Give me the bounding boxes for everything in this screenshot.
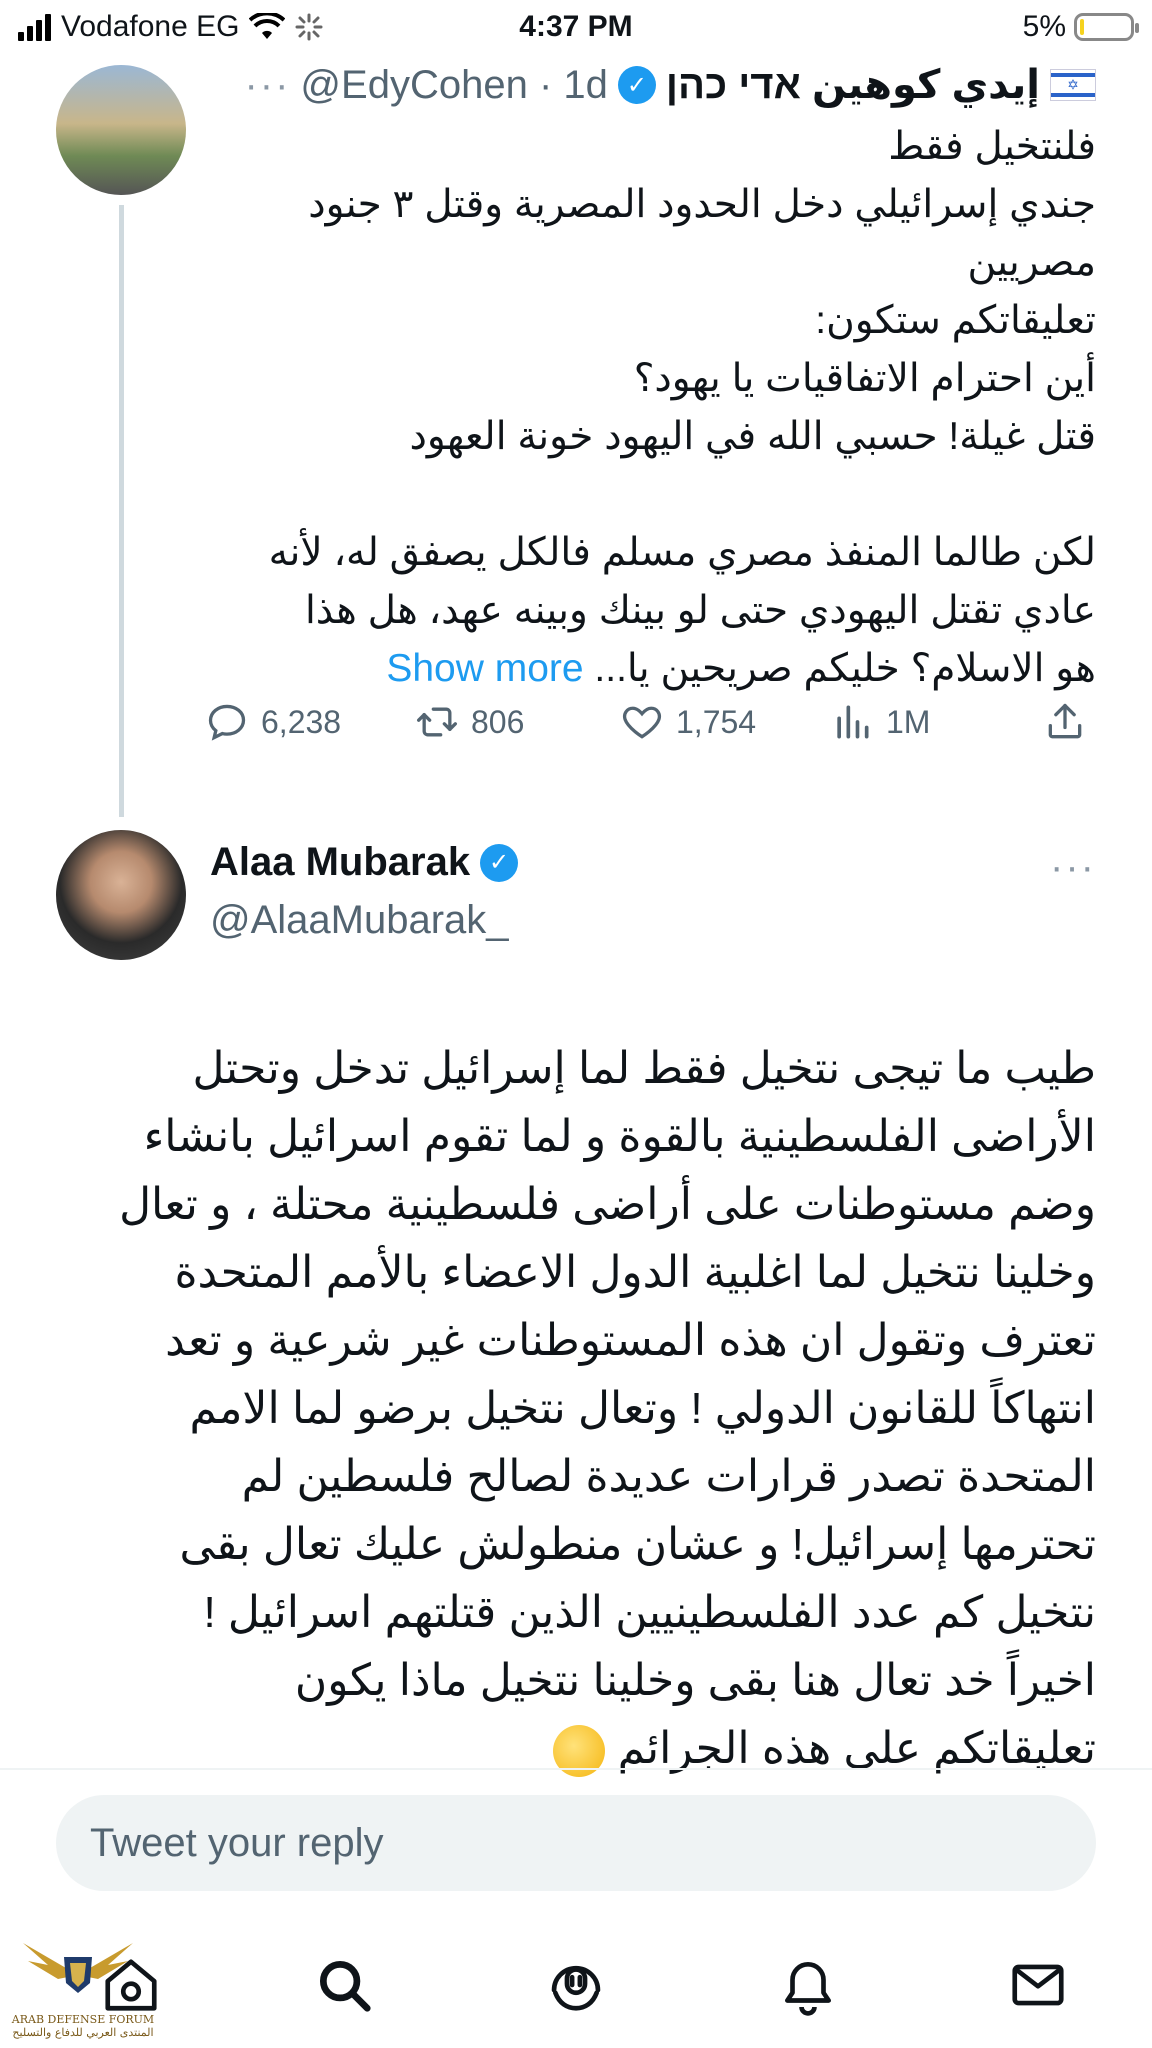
- author-handle[interactable]: @EdyCohen · 1d: [300, 63, 607, 108]
- tweet-line: فلنتخيل فقط: [888, 125, 1096, 168]
- author-handle[interactable]: @AlaaMubarak_: [210, 898, 509, 943]
- tweet-line: عادي تقتل اليهودي حتى لو بينك وبينه عهد،…: [304, 589, 1096, 632]
- retweet-button[interactable]: 806: [415, 700, 524, 744]
- verified-icon: ✓: [480, 843, 519, 882]
- notifications-icon: [785, 1962, 831, 2016]
- verified-icon: ✓: [617, 66, 656, 104]
- tab-search[interactable]: [309, 1950, 379, 2020]
- watermark-text: ARAB DEFENSE FORUM المنتدى العربي للدفاع…: [8, 2013, 158, 2039]
- views-button[interactable]: 1M: [830, 700, 930, 744]
- tweet-line: تعليقاتكم ستكون:: [815, 299, 1096, 342]
- reply-icon: [208, 704, 246, 741]
- handle-text: @EdyCohen: [300, 62, 528, 107]
- more-icon[interactable]: ···: [1050, 845, 1096, 890]
- author-name-row[interactable]: Alaa Mubarak ✓: [210, 840, 519, 885]
- tab-bar: [0, 1930, 1152, 2048]
- watermark-line2: المنتدى العربي للدفاع والتسليح: [12, 2026, 154, 2039]
- tweet-line: أين احترام الاتفاقيات يا يهود؟: [633, 357, 1096, 400]
- tweet-line: الأراضى الفلسطينية بالقوة و لما تقوم اسر…: [143, 1112, 1096, 1161]
- tweet-line: المتحدة تصدر قرارات عديدة لصالح فلسطين ل…: [241, 1452, 1096, 1501]
- tweet-line: انتهاكاً للقانون الدولي ! وتعال نتخيل بر…: [189, 1384, 1096, 1433]
- battery-icon: [1074, 13, 1139, 41]
- tweet-line: اخيراً خد تعال هنا بقى وخلينا نتخيل ماذا…: [294, 1656, 1096, 1705]
- views-icon: [837, 705, 869, 739]
- status-bar: Vodafone EG 4:37 PM 5%: [0, 0, 1152, 60]
- search-icon: [319, 1960, 371, 2012]
- author-name[interactable]: إيدي كوهين אדי כהן: [666, 62, 1040, 108]
- reply-count: 6,238: [261, 703, 342, 740]
- show-more-link[interactable]: Show more: [386, 647, 583, 690]
- tweet-line: قتل غيلة! حسبي الله في اليهود خونة العهو…: [409, 415, 1097, 458]
- like-icon: [623, 706, 661, 739]
- messages-icon: [1012, 1964, 1064, 2006]
- clock: 4:37 PM: [519, 10, 633, 43]
- retweet-icon: [417, 707, 457, 737]
- like-count: 1,754: [676, 703, 757, 740]
- tweet-time: · 1d: [538, 62, 608, 107]
- battery-percent: 5%: [1022, 10, 1066, 43]
- tweet-header: ✡ إيدي كوهين אדי כהן ✓ @EdyCohen · 1d ··…: [244, 62, 1096, 108]
- tab-spaces[interactable]: [541, 1950, 611, 2020]
- share-button[interactable]: [1043, 700, 1087, 744]
- avatar[interactable]: [56, 65, 186, 195]
- author-name: Alaa Mubarak: [210, 840, 471, 884]
- tweet-line: لكن طالما المنفذ مصري مسلم فالكل يصفق له…: [268, 531, 1096, 574]
- tweet-line: جندي إسرائيلي دخل الحدود المصرية وقتل ٣ …: [308, 183, 1096, 226]
- reply-input[interactable]: [56, 1795, 1096, 1891]
- israel-flag-icon: ✡: [1050, 69, 1096, 101]
- eagle-logo-icon: [23, 1943, 133, 1993]
- tweet-line: وخلينا نتخيل لما اغلبية الدول الاعضاء با…: [174, 1248, 1096, 1297]
- tweet-body: فلنتخيل فقط جندي إسرائيلي دخل الحدود الم…: [236, 118, 1096, 698]
- reply-box[interactable]: [56, 1795, 1096, 1891]
- forum-watermark: ARAB DEFENSE FORUM المنتدى العربي للدفاع…: [8, 1935, 158, 2045]
- tab-messages[interactable]: [1003, 1950, 1073, 2020]
- tweet-line: [236, 466, 1096, 524]
- avatar[interactable]: [56, 830, 186, 960]
- tweet-line: هو الاسلام؟ خليكم صريحين يا...: [594, 647, 1096, 690]
- tweet-line: طيب ما تيجى نتخيل فقط لما إسرائيل تدخل و…: [192, 1044, 1096, 1093]
- tweet-line-last: هو الاسلام؟ خليكم صريحين يا... Show more: [236, 640, 1096, 698]
- views-count: 1M: [886, 703, 931, 740]
- tweet-line: تحترمها إسرائيل! و عشان منطولش عليك تعال…: [179, 1520, 1096, 1569]
- tweet-line: مصريين: [967, 241, 1096, 284]
- thread-line: [119, 205, 124, 817]
- tweet-line: تعليقاتكم على هذه الجرائم: [617, 1724, 1096, 1773]
- watermark-line1: ARAB DEFENSE FORUM: [11, 2013, 155, 2026]
- status-right: 5%: [1022, 10, 1139, 44]
- tweet-actions: 6,238 806 1,754 1M: [205, 700, 1095, 760]
- retweet-count: 806: [471, 703, 525, 740]
- spaces-icon: [551, 1965, 601, 2011]
- tweet-line: نتخيل كم عدد الفلسطينيين الذين قتلتهم اس…: [203, 1588, 1096, 1637]
- tweet-line-last: تعليقاتكم على هذه الجرائم: [56, 1715, 1096, 1783]
- tweet-line: وضم مستوطنات على أراضى فلسطينية محتلة ، …: [119, 1180, 1096, 1229]
- more-icon[interactable]: ···: [244, 63, 290, 108]
- tweet-body: طيب ما تيجى نتخيل فقط لما إسرائيل تدخل و…: [56, 1035, 1096, 1783]
- share-icon: [1048, 703, 1082, 739]
- like-button[interactable]: 1,754: [620, 700, 756, 744]
- divider: [0, 1768, 1152, 1770]
- tweet-line: تعترف وتقول ان هذه المستوطنات غير شرعية …: [165, 1316, 1096, 1365]
- reply-button[interactable]: 6,238: [205, 700, 341, 744]
- tab-notifications[interactable]: [773, 1950, 843, 2020]
